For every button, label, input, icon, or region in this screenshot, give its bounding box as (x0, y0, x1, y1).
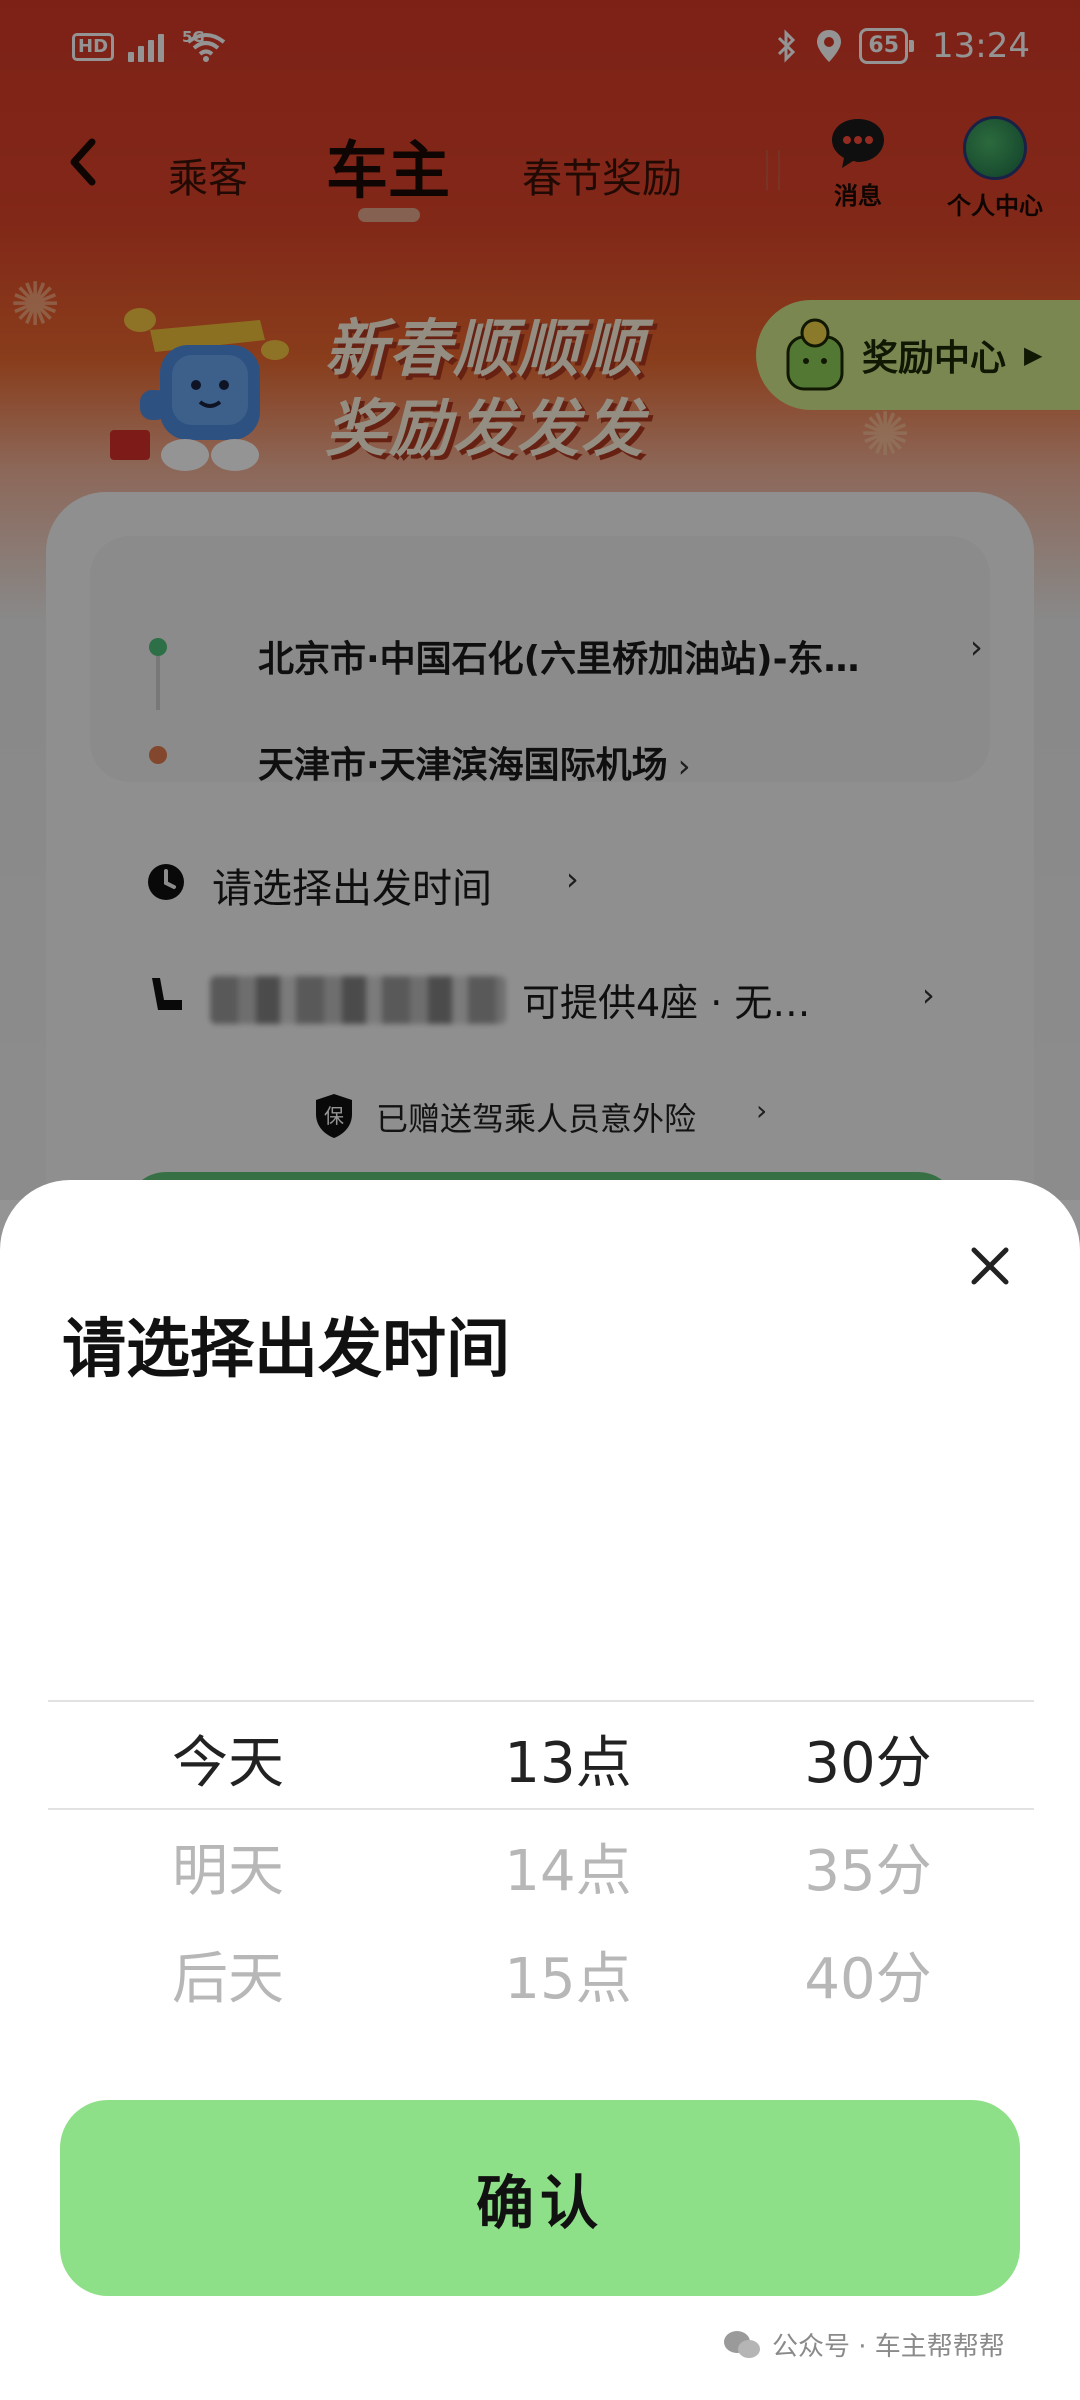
hour-option[interactable]: 15点 (438, 1934, 698, 2015)
day-option[interactable]: 后天 (98, 1934, 358, 2015)
sheet-title: 请选择出发时间 (62, 1313, 510, 1387)
confirm-button[interactable]: 确认 (60, 2100, 1020, 2296)
watermark-text: 公众号 · 车主帮帮帮 (772, 2332, 1005, 2362)
minute-option[interactable]: 40分 (768, 1934, 968, 2015)
time-picker-sheet: 请选择出发时间 今天 明天 后天 13点 14点 15点 30分 35分 40分… (0, 1180, 1080, 2400)
day-option[interactable]: 今天 (98, 1718, 358, 1799)
close-icon[interactable] (960, 1236, 1020, 1296)
minute-option[interactable]: 30分 (768, 1718, 968, 1799)
hour-option[interactable]: 13点 (438, 1718, 698, 1799)
minute-option[interactable]: 35分 (768, 1826, 968, 1907)
hour-wheel[interactable]: 13点 14点 15点 (438, 1700, 698, 2030)
hour-option[interactable]: 14点 (438, 1826, 698, 1907)
time-picker[interactable]: 今天 明天 后天 13点 14点 15点 30分 35分 40分 (48, 1700, 1034, 2030)
day-wheel[interactable]: 今天 明天 后天 (98, 1700, 358, 2030)
modal-overlay[interactable] (0, 0, 1080, 1300)
minute-wheel[interactable]: 30分 35分 40分 (768, 1700, 968, 2030)
day-option[interactable]: 明天 (98, 1826, 358, 1907)
wechat-icon (724, 2330, 760, 2358)
watermark: 公众号 · 车主帮帮帮 (722, 2326, 1005, 2363)
